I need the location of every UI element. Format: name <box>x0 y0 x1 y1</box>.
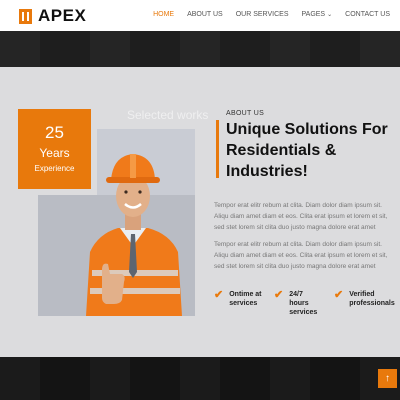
feature-list: ✔ Ontime at services ✔ 24/7 hours servic… <box>214 290 400 317</box>
brand-name: APEX <box>38 6 87 25</box>
hero-background-band <box>0 31 400 67</box>
main-menu: HOME ABOUT US OUR SERVICES PAGES ⌄ CONTAC… <box>140 11 390 18</box>
about-section: Selected works 25 Years Experience ABOUT… <box>0 67 400 357</box>
nav-item-pages-label: PAGES <box>301 11 326 18</box>
building-logo-icon <box>19 8 32 24</box>
footer-background-band <box>0 357 400 400</box>
nav-item-our-services[interactable]: OUR SERVICES <box>236 11 289 18</box>
arrow-up-icon: ↑ <box>385 373 390 384</box>
feature-item: ✔ 24/7 hours services <box>274 290 324 317</box>
navbar: APEX HOME ABOUT US OUR SERVICES PAGES ⌄ C… <box>0 0 400 31</box>
about-paragraph-2: Tempor erat elitr rebum at clita. Diam d… <box>214 241 388 270</box>
feature-label: Ontime at services <box>229 291 262 307</box>
headline-accent-bar <box>216 120 219 178</box>
about-paragraph-1: Tempor erat elitr rebum at clita. Diam d… <box>214 202 388 231</box>
feature-label: Verified professionals <box>349 291 395 307</box>
chevron-down-icon: ⌄ <box>327 12 333 18</box>
check-icon: ✔ <box>214 289 224 301</box>
worker-photo <box>86 154 182 316</box>
brand-logo[interactable]: APEX <box>19 6 86 26</box>
nav-item-contact-us[interactable]: CONTACT US <box>345 11 390 18</box>
feature-label: 24/7 hours services <box>289 291 318 316</box>
nav-item-about-us[interactable]: ABOUT US <box>187 11 223 18</box>
experience-number: 25 <box>45 123 64 142</box>
back-to-top-button[interactable]: ↑ <box>378 369 397 388</box>
about-headline: Unique Solutions For Residentials & Indu… <box>226 121 388 180</box>
feature-item: ✔ Verified professionals <box>334 289 395 317</box>
check-icon: ✔ <box>334 289 344 301</box>
check-icon: ✔ <box>274 289 284 301</box>
nav-item-home[interactable]: HOME <box>153 11 174 18</box>
nav-item-pages[interactable]: PAGES ⌄ <box>302 11 333 18</box>
hero-ghost-text: Selected works <box>127 108 209 122</box>
about-label: ABOUT US <box>226 110 265 117</box>
feature-item: ✔ Ontime at services <box>214 290 264 317</box>
